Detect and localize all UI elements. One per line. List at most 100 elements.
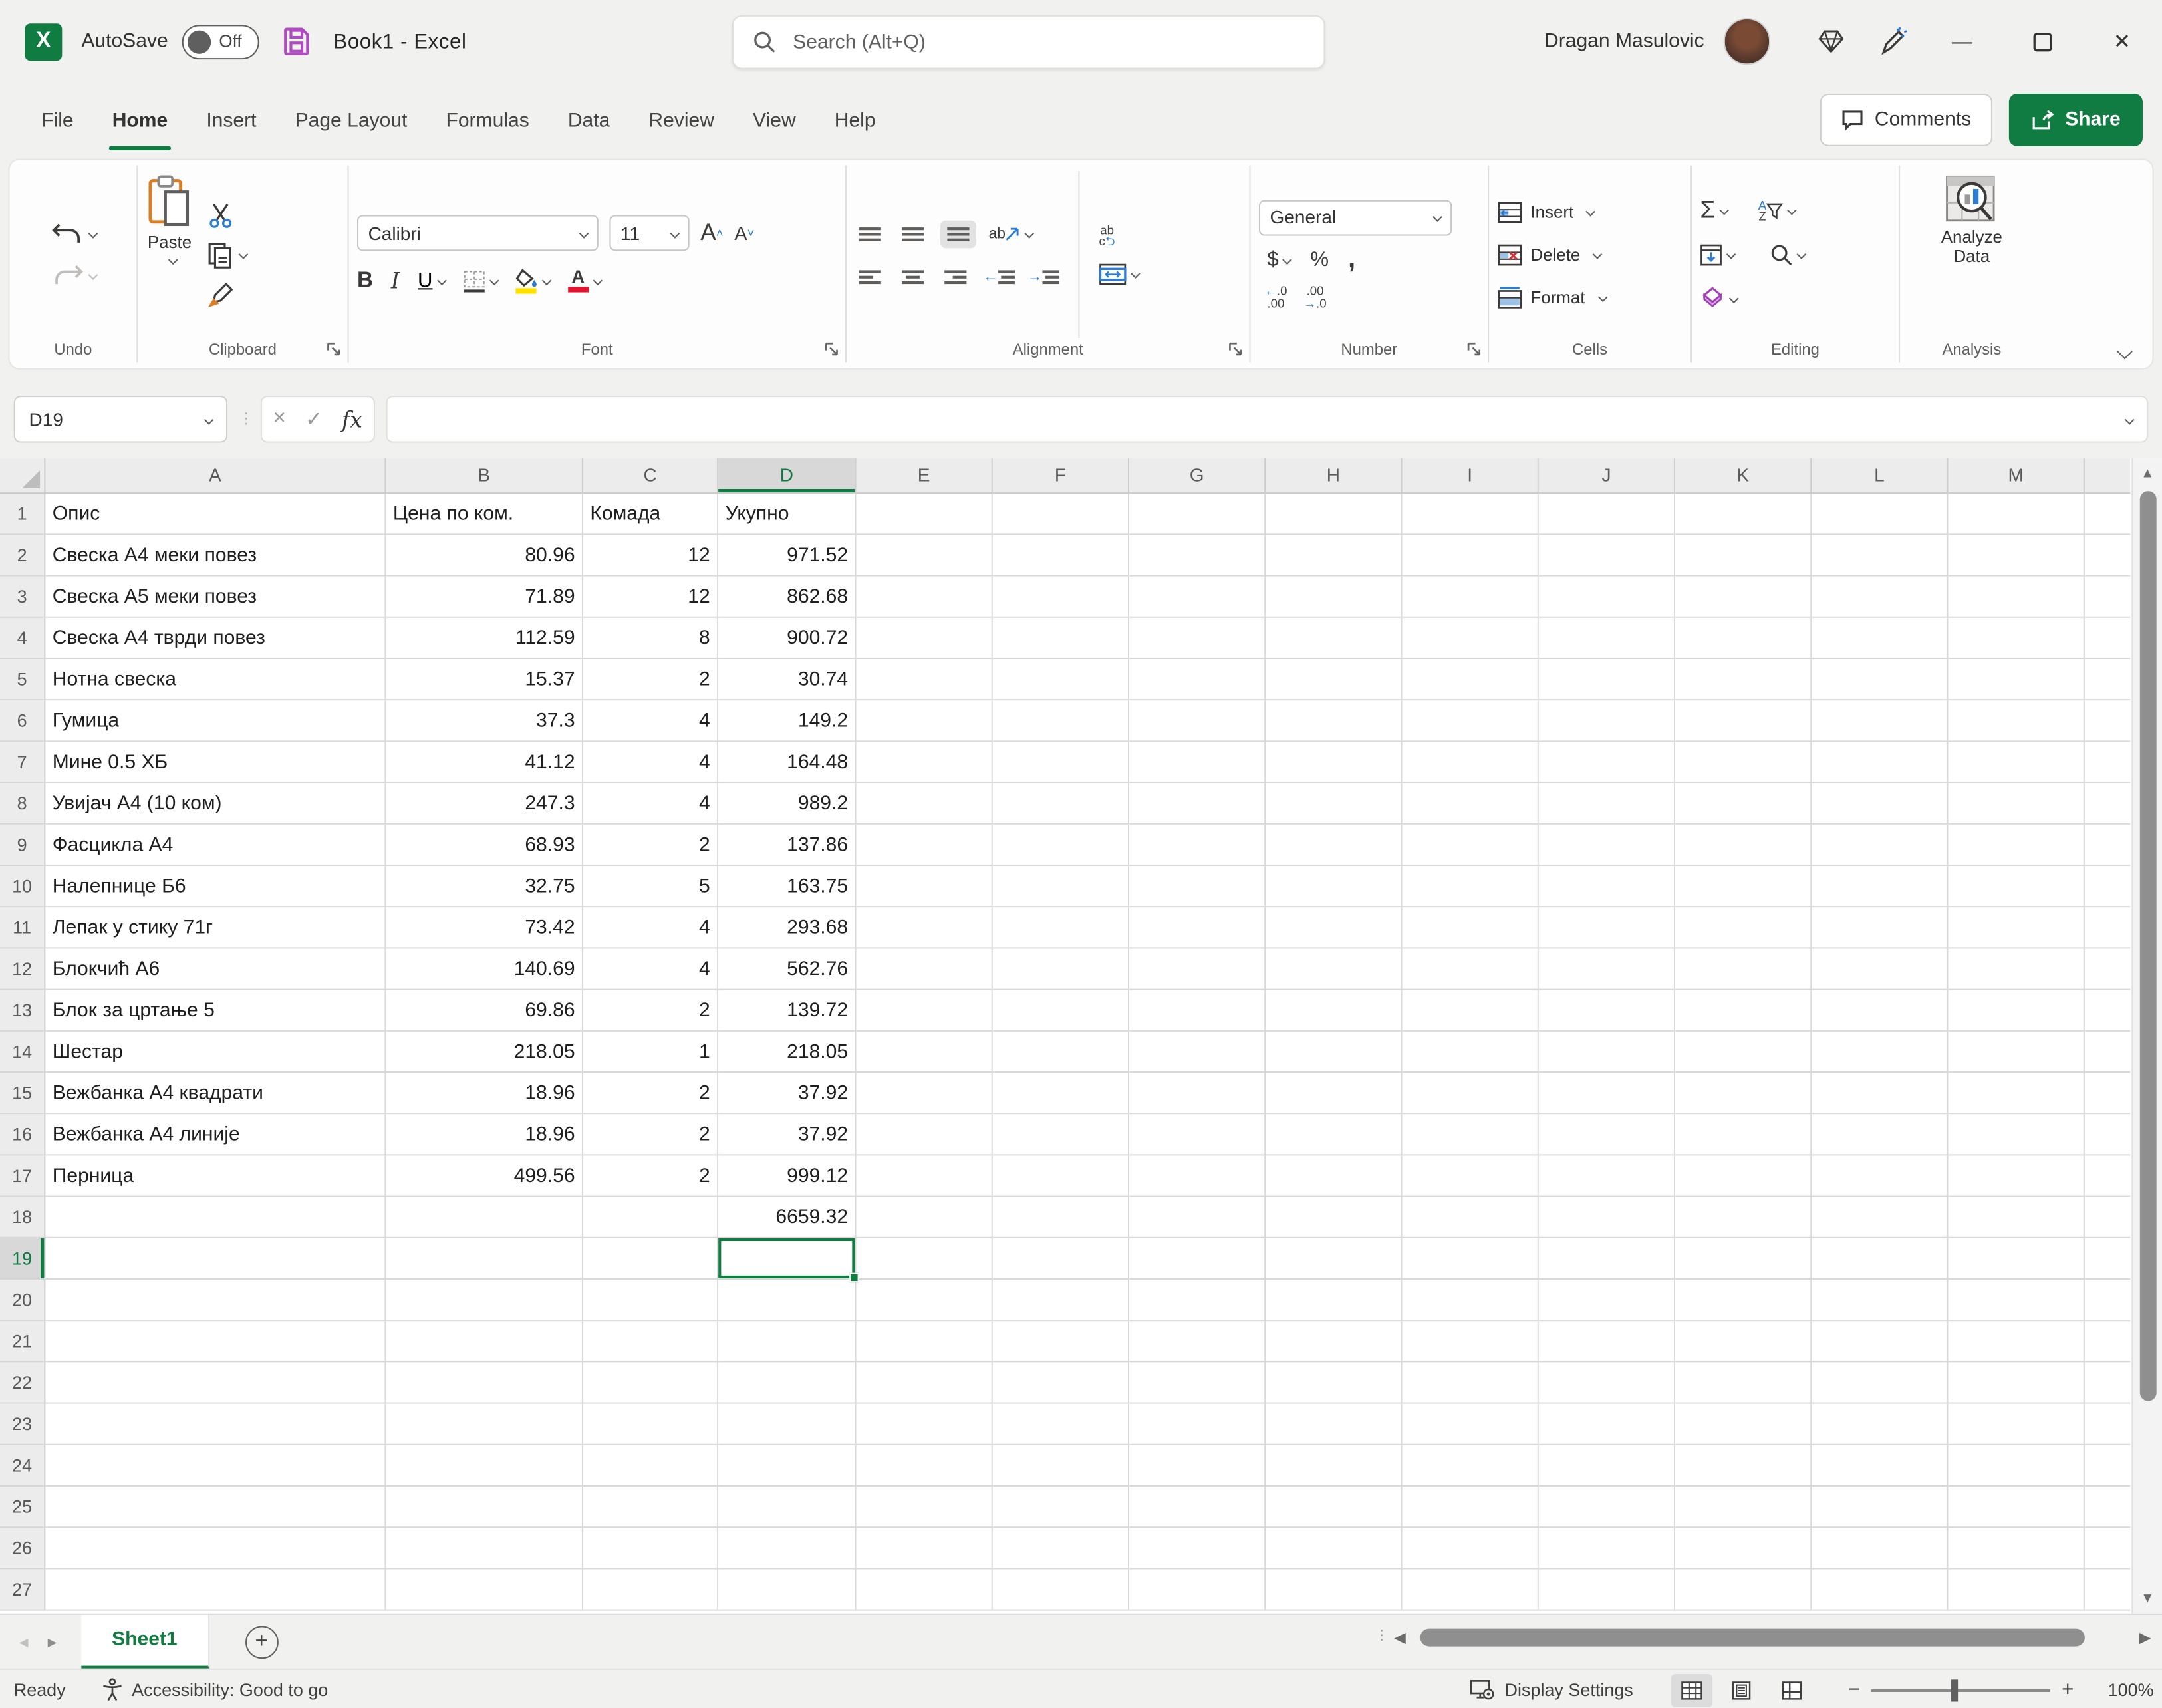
cell-partial-11[interactable]: [2084, 907, 2131, 949]
cell-G27[interactable]: [1129, 1569, 1266, 1611]
row-header-11[interactable]: 11: [0, 907, 46, 949]
cell-F9[interactable]: [992, 824, 1130, 867]
col-header-L[interactable]: L: [1812, 458, 1949, 494]
cell-L13[interactable]: [1812, 990, 1949, 1032]
cell-E9[interactable]: [856, 824, 993, 867]
cell-J16[interactable]: [1538, 1114, 1676, 1156]
row-header-26[interactable]: 26: [0, 1528, 46, 1570]
cell-D8[interactable]: 989.2: [718, 783, 857, 825]
cell-L24[interactable]: [1812, 1445, 1949, 1487]
clear-button[interactable]: [1700, 279, 1739, 318]
row-header-3[interactable]: 3: [0, 576, 46, 618]
paste-button[interactable]: Paste: [146, 171, 193, 338]
cell-I1[interactable]: [1402, 494, 1539, 535]
zoom-in-button[interactable]: +: [2062, 1678, 2074, 1701]
cell-F7[interactable]: [992, 742, 1130, 783]
cell-A10[interactable]: Налепнице Б6: [45, 866, 386, 908]
cell-B3[interactable]: 71.89: [386, 576, 584, 618]
expand-formula-bar-icon[interactable]: [2124, 414, 2135, 424]
col-header-A[interactable]: A: [45, 458, 386, 494]
cell-G23[interactable]: [1129, 1403, 1266, 1445]
underline-button[interactable]: U: [418, 269, 447, 293]
tab-home[interactable]: Home: [93, 82, 188, 158]
format-painter-button[interactable]: [207, 281, 234, 308]
cell-A27[interactable]: [45, 1569, 386, 1611]
cell-A12[interactable]: Блокчић А6: [45, 948, 386, 990]
cell-M17[interactable]: [1948, 1155, 2085, 1197]
cell-L27[interactable]: [1812, 1569, 1949, 1611]
cell-F14[interactable]: [992, 1031, 1130, 1073]
cell-K17[interactable]: [1675, 1155, 1812, 1197]
cell-M27[interactable]: [1948, 1569, 2085, 1611]
cell-partial-8[interactable]: [2084, 783, 2131, 825]
cell-C19[interactable]: [583, 1238, 719, 1280]
row-header-10[interactable]: 10: [0, 866, 46, 908]
cell-I22[interactable]: [1402, 1362, 1539, 1404]
cell-K19[interactable]: [1675, 1238, 1812, 1280]
cell-A1[interactable]: Опис: [45, 494, 386, 535]
cell-H10[interactable]: [1266, 866, 1403, 908]
cell-partial-20[interactable]: [2084, 1280, 2131, 1322]
avatar[interactable]: [1723, 17, 1771, 65]
cell-L18[interactable]: [1812, 1197, 1949, 1238]
cell-L16[interactable]: [1812, 1114, 1949, 1156]
cell-G21[interactable]: [1129, 1321, 1266, 1363]
cell-L6[interactable]: [1812, 700, 1949, 742]
cell-B12[interactable]: 140.69: [386, 948, 584, 990]
format-cells-button[interactable]: Format: [1498, 278, 1607, 317]
cell-E17[interactable]: [856, 1155, 993, 1197]
cell-J21[interactable]: [1538, 1321, 1676, 1363]
cell-A18[interactable]: [45, 1197, 386, 1238]
cell-F15[interactable]: [992, 1073, 1130, 1115]
cell-M21[interactable]: [1948, 1321, 2085, 1363]
cell-M16[interactable]: [1948, 1114, 2085, 1156]
cell-H15[interactable]: [1266, 1073, 1403, 1115]
cell-J24[interactable]: [1538, 1445, 1676, 1487]
row-header-25[interactable]: 25: [0, 1487, 46, 1528]
cell-M22[interactable]: [1948, 1362, 2085, 1404]
cell-H18[interactable]: [1266, 1197, 1403, 1238]
cell-M7[interactable]: [1948, 742, 2085, 783]
cell-A16[interactable]: Вежбанка А4 линије: [45, 1114, 386, 1156]
cell-B7[interactable]: 41.12: [386, 742, 584, 783]
cell-B25[interactable]: [386, 1487, 584, 1528]
cell-G20[interactable]: [1129, 1280, 1266, 1322]
cell-C15[interactable]: 2: [583, 1073, 719, 1115]
scroll-down-icon[interactable]: ▼: [2133, 1583, 2162, 1614]
share-button[interactable]: Share: [2008, 93, 2143, 146]
cell-A25[interactable]: [45, 1487, 386, 1528]
cell-I15[interactable]: [1402, 1073, 1539, 1115]
cell-D11[interactable]: 293.68: [718, 907, 857, 949]
cell-C26[interactable]: [583, 1528, 719, 1570]
row-header-15[interactable]: 15: [0, 1073, 46, 1115]
cell-F1[interactable]: [992, 494, 1130, 535]
cell-L22[interactable]: [1812, 1362, 1949, 1404]
cell-I10[interactable]: [1402, 866, 1539, 908]
cell-C16[interactable]: 2: [583, 1114, 719, 1156]
cell-A4[interactable]: Свеска А4 тврди повез: [45, 617, 386, 660]
top-align-button[interactable]: [855, 221, 885, 246]
cell-D10[interactable]: 163.75: [718, 866, 857, 908]
cell-C27[interactable]: [583, 1569, 719, 1611]
cell-G22[interactable]: [1129, 1362, 1266, 1404]
cell-I17[interactable]: [1402, 1155, 1539, 1197]
find-select-button[interactable]: [1770, 243, 1807, 265]
cell-G14[interactable]: [1129, 1031, 1266, 1073]
cell-C21[interactable]: [583, 1321, 719, 1363]
cell-A8[interactable]: Увијач А4 (10 ком): [45, 783, 386, 825]
cell-D27[interactable]: [718, 1569, 857, 1611]
cell-J26[interactable]: [1538, 1528, 1676, 1570]
display-settings-button[interactable]: Display Settings: [1470, 1679, 1633, 1700]
cell-M15[interactable]: [1948, 1073, 2085, 1115]
formula-bar-splitter[interactable]: ⋮: [239, 411, 254, 426]
cell-J20[interactable]: [1538, 1280, 1676, 1322]
cell-B21[interactable]: [386, 1321, 584, 1363]
cell-F17[interactable]: [992, 1155, 1130, 1197]
cell-D12[interactable]: 562.76: [718, 948, 857, 990]
col-header-F[interactable]: F: [992, 458, 1130, 494]
cell-G8[interactable]: [1129, 783, 1266, 825]
cell-L12[interactable]: [1812, 948, 1949, 990]
cell-M20[interactable]: [1948, 1280, 2085, 1322]
cell-E21[interactable]: [856, 1321, 993, 1363]
cell-B23[interactable]: [386, 1403, 584, 1445]
